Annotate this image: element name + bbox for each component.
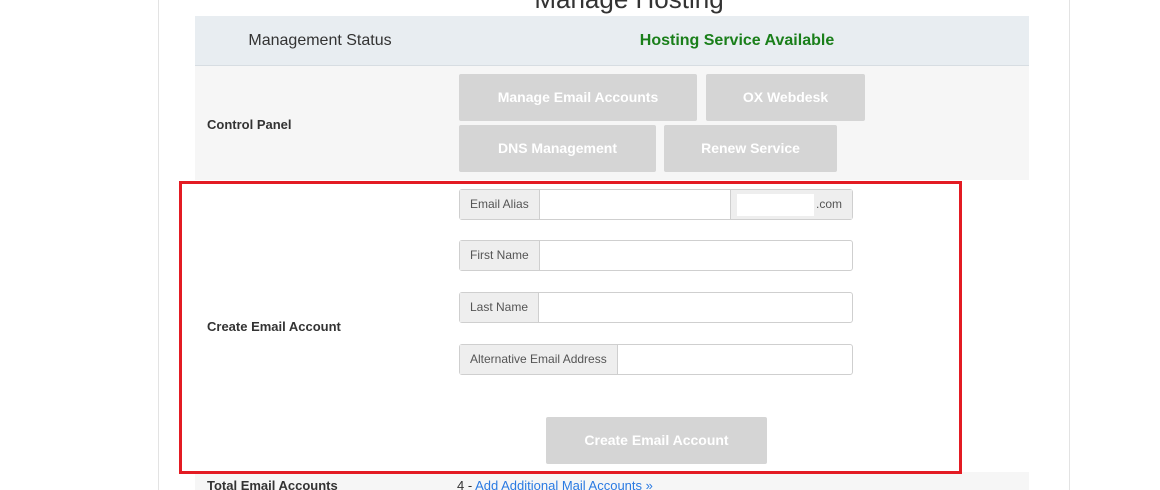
alt-email-label: Alternative Email Address <box>460 345 618 374</box>
total-email-accounts-row: Total Email Accounts 4 - Add Additional … <box>195 472 1029 490</box>
domain-suffix: .com <box>815 197 842 211</box>
dns-management-button[interactable]: DNS Management <box>459 125 656 172</box>
email-alias-group: Email Alias .com <box>459 189 853 220</box>
alt-email-input[interactable] <box>617 345 852 374</box>
manage-email-accounts-button[interactable]: Manage Email Accounts <box>459 74 697 121</box>
first-name-group: First Name <box>459 240 853 271</box>
total-email-accounts-value: 4 - Add Additional Mail Accounts » <box>457 478 653 490</box>
alt-email-group: Alternative Email Address <box>459 344 853 375</box>
email-alias-label: Email Alias <box>460 190 540 219</box>
content-frame: Manage Hosting Management Status Hosting… <box>158 0 1070 490</box>
create-email-account-row: Create Email Account Email Alias .com Fi… <box>195 181 1029 471</box>
last-name-input[interactable] <box>539 293 852 322</box>
email-alias-input[interactable] <box>539 190 730 219</box>
control-panel-row: Control Panel Manage Email Accounts OX W… <box>195 66 1029 180</box>
management-status-row: Management Status Hosting Service Availa… <box>195 16 1029 66</box>
ox-webdesk-button[interactable]: OX Webdesk <box>706 74 865 121</box>
redacted-domain <box>737 193 814 216</box>
control-panel-label: Control Panel <box>207 117 292 132</box>
create-email-account-button[interactable]: Create Email Account <box>546 417 767 464</box>
first-name-label: First Name <box>460 241 540 270</box>
create-email-account-label: Create Email Account <box>207 319 341 334</box>
management-status-label: Management Status <box>248 32 392 49</box>
last-name-label: Last Name <box>460 293 540 322</box>
add-mail-accounts-link[interactable]: Add Additional Mail Accounts » <box>475 478 653 490</box>
last-name-group: Last Name <box>459 292 853 323</box>
first-name-input[interactable] <box>539 241 852 270</box>
renew-service-button[interactable]: Renew Service <box>664 125 837 172</box>
hosting-status-value: Hosting Service Available <box>639 32 835 49</box>
email-domain-addon: .com <box>730 190 852 219</box>
page-heading: Manage Hosting <box>459 0 799 14</box>
total-email-accounts-label: Total Email Accounts <box>207 478 338 490</box>
page-background <box>0 0 158 490</box>
total-count: 4 - <box>457 478 476 490</box>
